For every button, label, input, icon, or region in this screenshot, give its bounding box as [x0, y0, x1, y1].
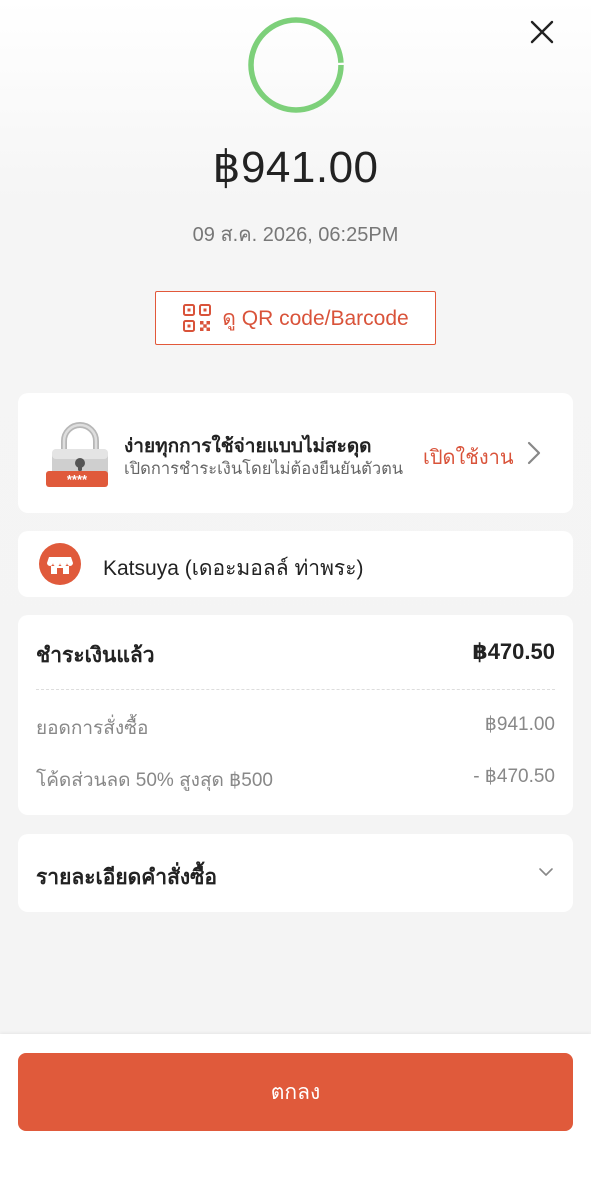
enable-pinless-card[interactable]: **** ง่ายทุกการใช้จ่ายแบบไม่สะดุด เปิดกา…	[18, 393, 573, 513]
enable-button[interactable]: เปิดใช้งาน	[423, 441, 514, 473]
payment-amount: ฿941.00	[212, 143, 379, 192]
svg-text:****: ****	[67, 472, 88, 487]
view-qr-button[interactable]: ดู QR code/Barcode	[155, 291, 436, 345]
chevron-right-icon	[527, 441, 541, 465]
bottom-bar: ตกลง	[0, 1034, 591, 1200]
paid-row: ชำระเงินแล้ว ฿470.50	[36, 639, 555, 672]
divider	[36, 689, 555, 690]
chevron-down-icon	[539, 868, 553, 876]
lock-icon: ****	[46, 422, 108, 487]
order-details-toggle[interactable]: รายละเอียดคำสั่งซื้อ	[18, 834, 573, 912]
paid-label: ชำระเงินแล้ว	[36, 644, 155, 667]
order-details-title: รายละเอียดคำสั่งซื้อ	[36, 866, 218, 889]
close-button[interactable]	[526, 16, 558, 48]
qr-code-icon	[183, 304, 212, 332]
payment-datetime: 09 ส.ค. 2026, 06:25PM	[192, 224, 399, 246]
ok-button[interactable]: ตกลง	[18, 1053, 573, 1131]
discount-value: - ฿470.50	[473, 766, 555, 787]
subtotal-row: ยอดการสั่งซื้อ ฿941.00	[36, 713, 555, 743]
subtotal-label: ยอดการสั่งซื้อ	[36, 718, 149, 739]
loading-ring-icon	[247, 16, 345, 114]
discount-label: โค้ดส่วนลด 50% สูงสุด ฿500	[36, 770, 273, 791]
promo-subtitle: เปิดการชำระเงินโดยไม่ต้องยืนยันตัวตน	[124, 460, 404, 478]
discount-row: โค้ดส่วนลด 50% สูงสุด ฿500 - ฿470.50	[36, 765, 555, 795]
subtotal-value: ฿941.00	[484, 714, 555, 735]
shop-card[interactable]: Katsuya (เดอะมอลล์ ท่าพระ)	[18, 531, 573, 597]
view-qr-label: ดู QR code/Barcode	[222, 306, 409, 330]
store-icon	[39, 543, 81, 585]
paid-value: ฿470.50	[472, 639, 555, 664]
payment-summary-card: ชำระเงินแล้ว ฿470.50 ยอดการสั่งซื้อ ฿941…	[18, 615, 573, 815]
close-icon	[530, 20, 554, 44]
shop-name: Katsuya (เดอะมอลล์ ท่าพระ)	[103, 557, 364, 580]
